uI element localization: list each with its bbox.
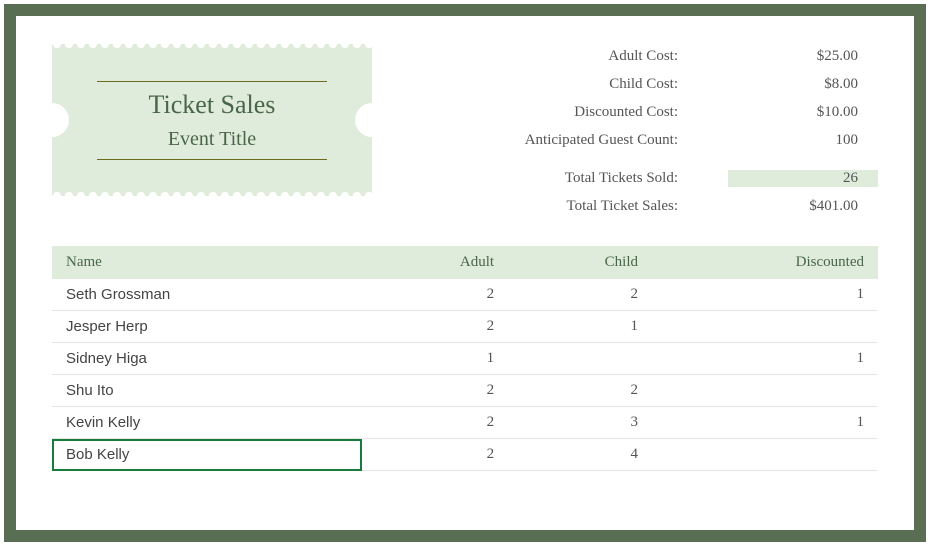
table-row: Kevin Kelly231 — [52, 407, 878, 439]
summary-row: Child Cost:$8.00 — [412, 72, 878, 96]
table-body: Seth Grossman221Jesper Herp21Sidney Higa… — [52, 279, 878, 471]
column-header[interactable]: Name — [52, 246, 362, 279]
ticket-scallop-top — [52, 39, 372, 49]
value-cell[interactable] — [652, 439, 878, 471]
value-cell[interactable]: 1 — [652, 343, 878, 375]
summary-row: Total Tickets Sold:26 — [412, 166, 878, 190]
name-cell[interactable]: Kevin Kelly — [52, 407, 362, 439]
value-cell[interactable]: 1 — [508, 311, 652, 343]
table-row: Shu Ito22 — [52, 375, 878, 407]
name-cell[interactable]: Sidney Higa — [52, 343, 362, 375]
summary-label: Child Cost: — [412, 76, 728, 93]
name-cell[interactable]: Shu Ito — [52, 375, 362, 407]
value-cell[interactable]: 2 — [362, 439, 508, 471]
summary-row: Anticipated Guest Count:100 — [412, 128, 878, 152]
summary-label: Discounted Cost: — [412, 104, 728, 121]
value-cell[interactable]: 4 — [508, 439, 652, 471]
summary-value[interactable]: 100 — [728, 132, 878, 149]
ticket-title: Ticket Sales — [149, 90, 276, 120]
value-cell[interactable] — [652, 375, 878, 407]
summary-block: Adult Cost:$25.00Child Cost:$8.00Discoun… — [412, 44, 878, 218]
column-header[interactable]: Discounted — [652, 246, 878, 279]
ticket-subtitle: Event Title — [168, 128, 256, 151]
value-cell[interactable]: 1 — [652, 407, 878, 439]
summary-label: Anticipated Guest Count: — [412, 132, 728, 149]
ticket-rule-bottom — [97, 159, 327, 160]
value-cell[interactable]: 2 — [362, 311, 508, 343]
spreadsheet-frame: Ticket Sales Event Title Adult Cost:$25.… — [4, 4, 926, 542]
value-cell[interactable]: 1 — [652, 279, 878, 311]
table-row: Bob Kelly24 — [52, 439, 878, 471]
name-cell[interactable]: Bob Kelly — [52, 439, 362, 471]
name-cell[interactable]: Seth Grossman — [52, 279, 362, 311]
column-header[interactable]: Adult — [362, 246, 508, 279]
summary-row: Adult Cost:$25.00 — [412, 44, 878, 68]
ticket-rule-top — [97, 81, 327, 82]
summary-value[interactable]: $10.00 — [728, 104, 878, 121]
value-cell[interactable]: 1 — [362, 343, 508, 375]
value-cell[interactable]: 2 — [508, 375, 652, 407]
summary-value[interactable]: $401.00 — [728, 198, 878, 215]
summary-value[interactable]: 26 — [728, 170, 878, 187]
table-header-row: NameAdultChildDiscounted — [52, 246, 878, 279]
value-cell[interactable]: 2 — [362, 407, 508, 439]
value-cell[interactable]: 2 — [362, 279, 508, 311]
summary-gap — [412, 156, 878, 162]
sales-table[interactable]: NameAdultChildDiscounted Seth Grossman22… — [52, 246, 878, 471]
value-cell[interactable]: 2 — [508, 279, 652, 311]
summary-row: Total Ticket Sales:$401.00 — [412, 194, 878, 218]
value-cell[interactable]: 2 — [362, 375, 508, 407]
summary-value[interactable]: $25.00 — [728, 48, 878, 65]
value-cell[interactable] — [508, 343, 652, 375]
ticket-graphic: Ticket Sales Event Title — [52, 44, 372, 196]
table-row: Sidney Higa11 — [52, 343, 878, 375]
summary-label: Total Tickets Sold: — [412, 170, 728, 187]
column-header[interactable]: Child — [508, 246, 652, 279]
summary-label: Adult Cost: — [412, 48, 728, 65]
value-cell[interactable]: 3 — [508, 407, 652, 439]
table-row: Jesper Herp21 — [52, 311, 878, 343]
ticket-scallop-bottom — [52, 191, 372, 201]
top-section: Ticket Sales Event Title Adult Cost:$25.… — [52, 44, 878, 218]
table-row: Seth Grossman221 — [52, 279, 878, 311]
summary-value[interactable]: $8.00 — [728, 76, 878, 93]
summary-label: Total Ticket Sales: — [412, 198, 728, 215]
name-cell[interactable]: Jesper Herp — [52, 311, 362, 343]
summary-row: Discounted Cost:$10.00 — [412, 100, 878, 124]
value-cell[interactable] — [652, 311, 878, 343]
